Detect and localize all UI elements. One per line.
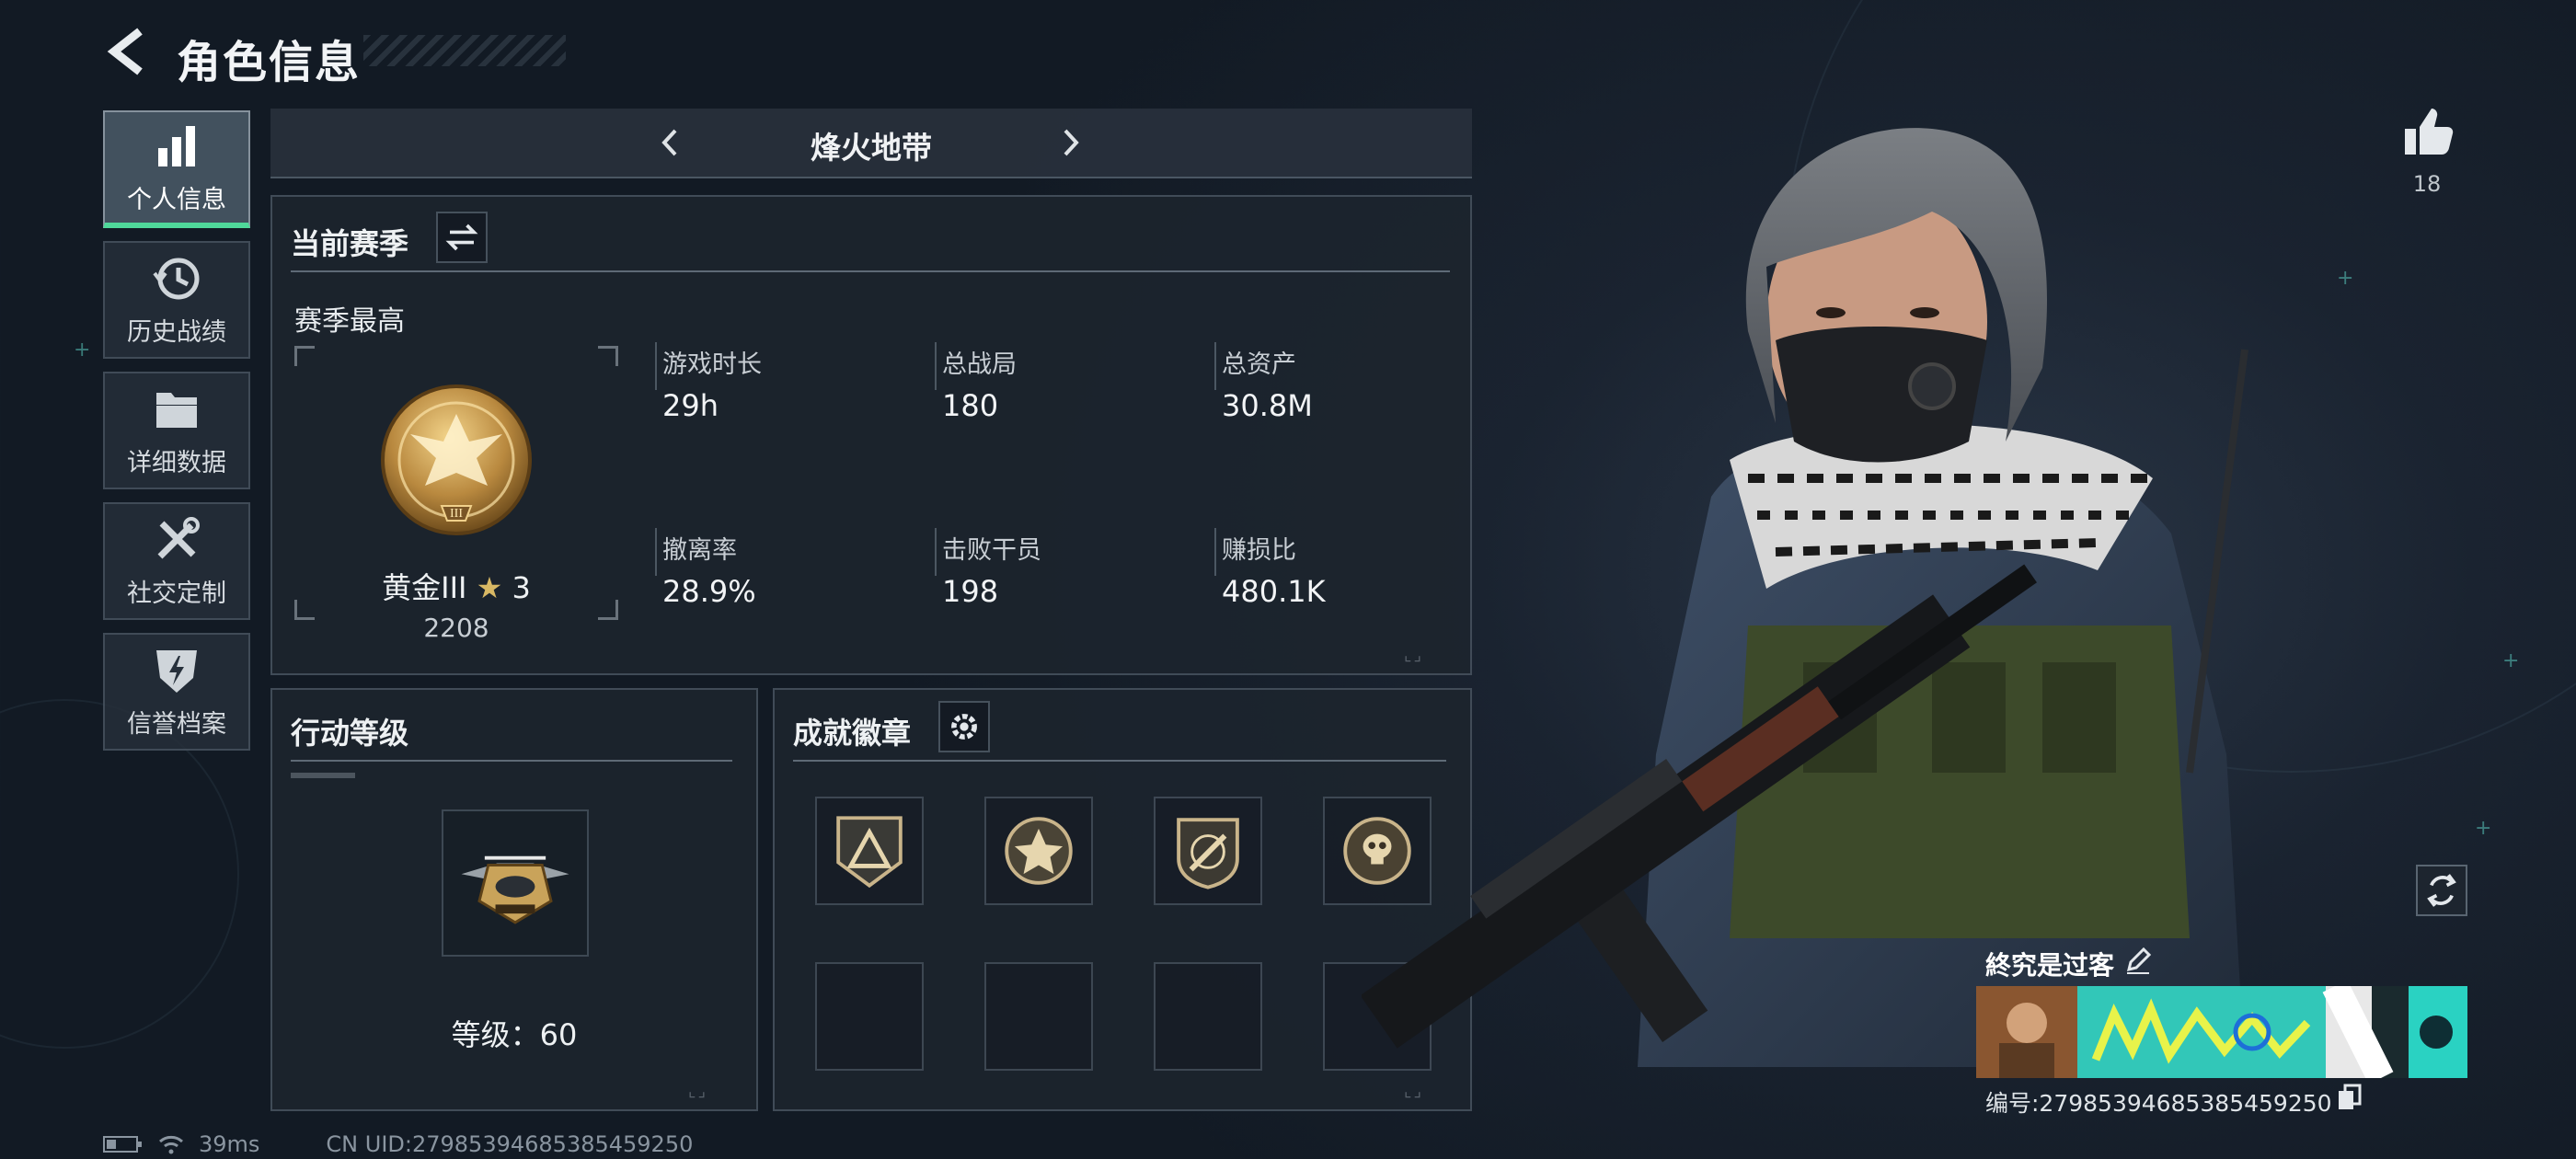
stat-value: 30.8M [1222,388,1313,423]
banner-graffiti-art [1976,986,2456,1078]
gear-icon [951,714,977,740]
swap-icon [445,224,478,251]
rank-score: 2208 [423,613,489,643]
star-medal-badge-icon [1005,817,1073,885]
page-title: 角色信息 [177,37,362,88]
gold-rank-emblem-icon: III [381,384,532,535]
copy-icon[interactable] [2337,1084,2363,1111]
stat-label: 总资产 [1222,350,1296,379]
refresh-icon [2427,874,2456,907]
status-bar: 39ms CN UID:279853946853854592​50 [103,1131,693,1157]
sidebar-item-detailed-data[interactable]: 详细数据 [103,372,250,489]
edit-pencil-icon[interactable] [2123,946,2153,975]
player-banner[interactable] [1976,986,2467,1078]
stat-label: 总战局 [942,350,1017,379]
sidebar-item-history[interactable]: 历史战绩 [103,241,250,359]
triangle-shield-badge-icon [836,816,903,889]
stat-value: 198 [942,574,999,609]
action-level-panel: 行动等级 等级：60 ⌞⌟ [270,688,758,1111]
sidebar-item-social-custom[interactable]: 社交定制 [103,502,250,620]
season-switch-button[interactable] [436,212,488,263]
shield-bolt-icon [156,649,197,693]
wifi-icon [159,1135,183,1154]
stat-value: 29h [662,388,719,423]
season-best-label: 赛季最高 [294,305,405,338]
season-panel: 当前赛季 赛季最高 III 黄金III ★ 3 2208 游戏时长 29h 总战… [270,195,1472,675]
sidebar-item-label: 社交定制 [127,579,226,608]
achievement-empty-slot[interactable] [815,962,924,1071]
achievement-empty-slot[interactable] [1154,962,1262,1071]
stat-label: 游戏时长 [662,350,762,379]
sidebar-item-label: 信誉档案 [127,709,226,739]
level-value: 60 [539,1017,578,1052]
sidebar-item-label: 详细数据 [127,448,226,477]
battery-icon [103,1136,142,1153]
stat-label: 撤离率 [662,536,737,565]
sidebar-item-reputation[interactable]: 信誉档案 [103,633,250,751]
history-clock-icon [153,258,200,299]
knife-shield-badge-icon [1177,818,1239,889]
mode-name: 烽火地带 [811,130,932,166]
sidebar-item-personal-info[interactable]: 个人信息 [103,110,250,228]
mode-selector: 烽火地带 [270,109,1472,178]
achievement-empty-slot[interactable] [984,962,1093,1071]
thumbs-up-icon[interactable] [2399,103,2455,158]
character-portrait [1362,128,2248,1067]
achievements-title: 成就徽章 [793,716,912,751]
folder-icon [156,392,197,428]
tools-icon [157,516,200,558]
rank-name: 黄金III [382,570,467,605]
svg-text:III: III [450,507,463,521]
back-arrow-icon[interactable] [101,24,156,79]
achievement-badge-slot[interactable] [984,797,1093,905]
rank-name-row: 黄金III ★ 3 [294,565,618,607]
stat-value: 180 [942,388,999,423]
level-row: 等级：60 [272,1012,756,1054]
level-emblem-frame [442,809,589,957]
sidebar-item-label: 历史战绩 [127,317,226,347]
level-label: 等级： [451,1017,540,1052]
title-decoration [363,35,566,66]
stat-value: 480.1K [1222,574,1326,609]
helicopter-level-emblem-icon [461,855,569,924]
bar-chart-icon [158,125,195,166]
refresh-button[interactable] [2416,865,2467,916]
ping-value: 39ms [199,1131,260,1157]
footer-uid: CN UID:279853946853854592​50 [326,1131,694,1157]
like-count: 18 [2412,171,2442,197]
achievement-badge-slot[interactable] [1154,797,1262,905]
banner-id: 编号:27985394685385459250 [1985,1090,2332,1117]
stat-value: 28.9% [662,574,756,609]
sidebar-item-label: 个人信息 [127,185,226,214]
mode-next-button[interactable] [1052,121,1089,164]
achievements-settings-button[interactable] [938,701,990,752]
player-name: 終究是过客 [1985,950,2115,981]
season-section-title: 当前赛季 [291,226,409,261]
achievement-badge-slot[interactable] [815,797,924,905]
stat-label: 击败干员 [942,536,1041,565]
stat-label: 赚损比 [1222,536,1296,565]
rank-stars-count: 3 [512,570,531,605]
rank-star-icon: ★ [476,570,503,605]
action-level-title: 行动等级 [291,716,409,751]
